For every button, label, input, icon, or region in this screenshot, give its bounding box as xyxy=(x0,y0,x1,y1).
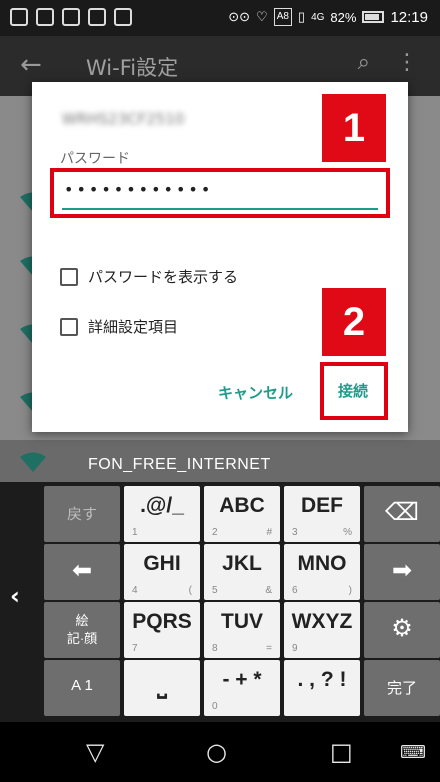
key-9[interactable]: WXYZ 9 xyxy=(284,602,360,658)
advanced-settings-checkbox[interactable] xyxy=(60,317,78,336)
key-1[interactable]: .@/_ 1 xyxy=(124,486,200,542)
battery-icon xyxy=(362,11,385,23)
home-circle-icon[interactable]: ○ xyxy=(206,738,227,766)
arrow-left-icon: ⬅ xyxy=(71,557,93,584)
arrow-right-icon: ➡ xyxy=(391,557,413,584)
status-bar: ⊙⊙ ♡ A8 ▯ 4G 82% 12:19 xyxy=(0,0,440,36)
key-3[interactable]: DEF 3% xyxy=(284,486,360,542)
heart-rate-icon: ♡ xyxy=(256,9,268,24)
page-title: Wi-Fi設定 xyxy=(86,56,179,80)
password-input[interactable]: •••••••••••• xyxy=(64,180,213,199)
show-password-row[interactable]: パスワードを表示する xyxy=(60,266,238,287)
key-6[interactable]: MNO 6) xyxy=(284,544,360,600)
wifi-password-dialog: WRHS23CF2510 パスワード •••••••••••• 1 2 パスワー… xyxy=(32,82,408,432)
arrow-right-key[interactable]: ➡ xyxy=(364,544,440,600)
gallery-icon xyxy=(36,8,54,26)
space-key[interactable]: ⎵ xyxy=(124,660,200,716)
advanced-settings-row[interactable]: 詳細設定項目 xyxy=(60,316,178,337)
password-highlight-box: •••••••••••• xyxy=(50,168,390,218)
connect-highlight-box: 接続 xyxy=(320,362,388,420)
done-key[interactable]: 完了 xyxy=(364,660,440,716)
show-password-checkbox[interactable] xyxy=(60,267,78,286)
navigation-bar: ▽ ○ □ ⌨ xyxy=(0,722,440,782)
recents-square-icon[interactable]: □ xyxy=(330,738,353,766)
search-icon[interactable]: ⌕ xyxy=(358,50,370,75)
dialog-ssid-title: WRHS23CF2510 xyxy=(62,110,185,128)
show-password-label: パスワードを表示する xyxy=(88,268,239,286)
vibrate-icon: ▯ xyxy=(297,9,306,24)
emoji-key[interactable]: 絵 記·顔 xyxy=(44,602,120,658)
voicemail-icon: ⊙⊙ xyxy=(228,9,251,24)
input-mode-key[interactable]: A 1 xyxy=(44,660,120,716)
arrow-left-key[interactable]: ⬅ xyxy=(44,544,120,600)
wifi-signal-icon xyxy=(20,452,46,472)
notification-icons xyxy=(10,8,132,26)
step-1-badge: 1 xyxy=(322,94,386,162)
undo-key[interactable]: 戻す xyxy=(44,486,120,542)
punctuation-key[interactable]: . , ? ! xyxy=(284,660,360,716)
a8-badge: A8 xyxy=(273,8,292,26)
password-underline xyxy=(62,208,378,210)
keyboard: ‹ 戻す .@/_ 1 ABC 2 # DEF 3% ⌫ ⬅ GHI 4( JKL… xyxy=(0,482,440,722)
gear-icon: ⚙ xyxy=(391,615,413,642)
connect-button[interactable]: 接続 xyxy=(338,380,368,401)
step-2-badge: 2 xyxy=(322,288,386,356)
space-icon: ⎵ xyxy=(157,672,167,699)
key-4[interactable]: GHI 4( xyxy=(124,544,200,600)
cancel-button[interactable]: キャンセル xyxy=(218,382,293,403)
status-indicators: ⊙⊙ ♡ A8 ▯ 4G 82% 12:19 xyxy=(228,8,428,26)
network-name: FON_FREE_INTERNET xyxy=(88,456,271,473)
battery-percent: 82% xyxy=(330,9,357,25)
keyboard-icon[interactable]: ⌨ xyxy=(400,742,426,763)
key-2[interactable]: ABC 2 # xyxy=(204,486,280,542)
signal-4g-icon: 4G xyxy=(311,11,325,23)
app-k-icon xyxy=(88,8,106,26)
more-options-icon[interactable]: ⋮ xyxy=(396,50,418,75)
settings-key[interactable]: ⚙ xyxy=(364,602,440,658)
key-8[interactable]: TUV 8 = xyxy=(204,602,280,658)
key-5[interactable]: JKL 5 & xyxy=(204,544,280,600)
rotate-icon xyxy=(62,8,80,26)
backspace-icon: ⌫ xyxy=(385,499,419,526)
cast-icon xyxy=(114,8,132,26)
backspace-key[interactable]: ⌫ xyxy=(364,486,440,542)
password-label: パスワード xyxy=(60,151,130,167)
back-arrow-icon[interactable]: ← xyxy=(20,50,42,80)
advanced-settings-label: 詳細設定項目 xyxy=(88,318,179,336)
key-7[interactable]: PQRS 7 xyxy=(124,602,200,658)
key-0[interactable]: - + * 0 xyxy=(204,660,280,716)
clock: 12:19 xyxy=(390,8,428,26)
cursor-left-icon[interactable]: ‹ xyxy=(10,582,20,610)
back-triangle-icon[interactable]: ▽ xyxy=(86,738,104,766)
chat-icon xyxy=(10,8,28,26)
